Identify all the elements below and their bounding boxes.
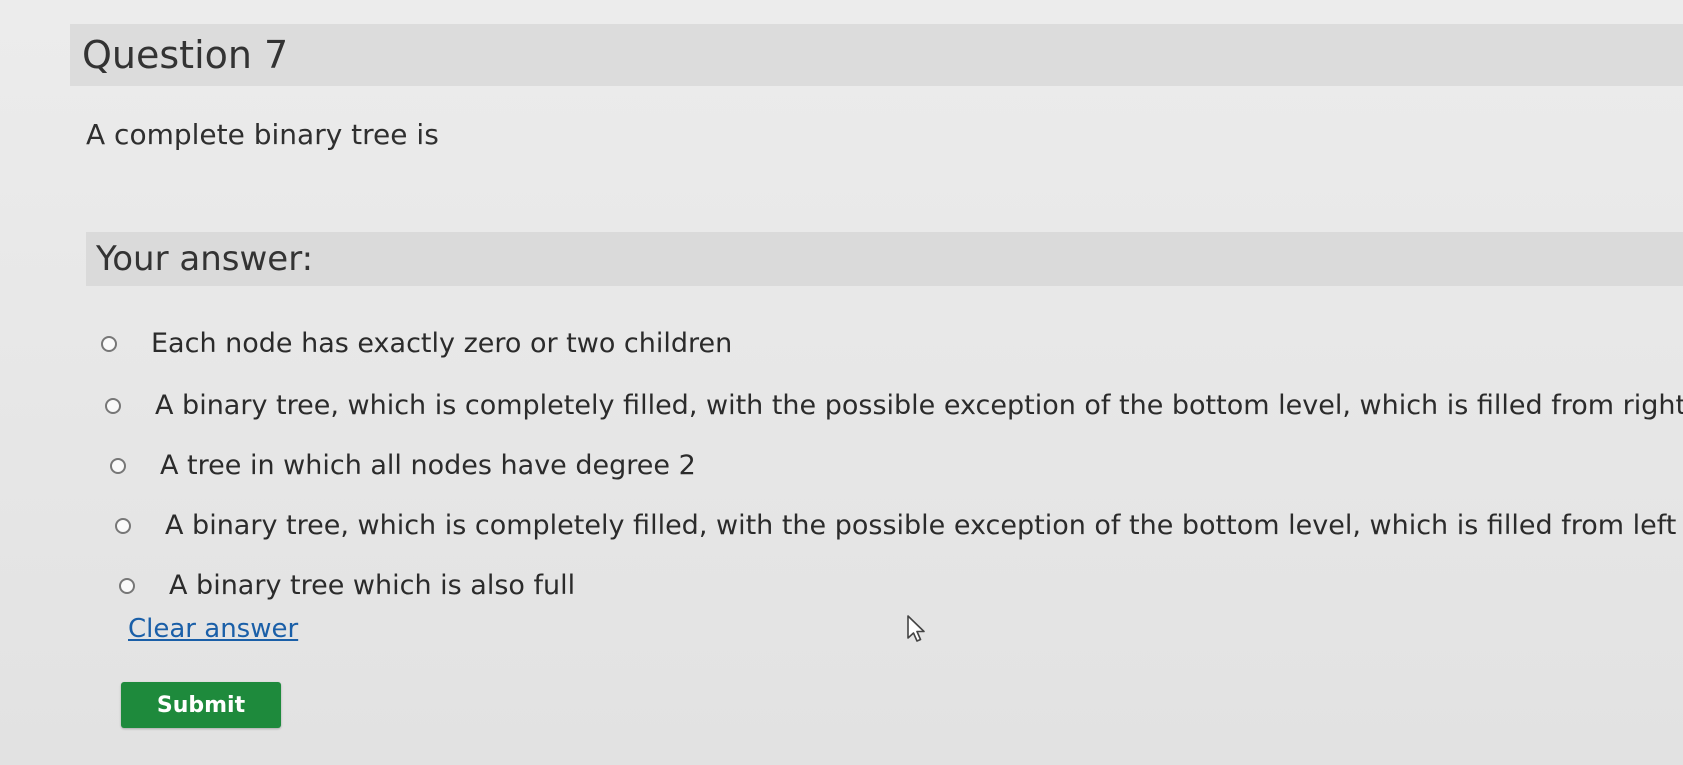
question-text: A complete binary tree is: [86, 118, 439, 151]
answer-option[interactable]: A binary tree, which is completely fille…: [105, 390, 1683, 421]
option-label: A binary tree, which is completely fille…: [165, 510, 1683, 541]
answer-option[interactable]: Each node has exactly zero or two childr…: [101, 328, 732, 359]
quiz-page: Question 7 A complete binary tree is You…: [0, 0, 1683, 765]
radio-button-icon[interactable]: [105, 397, 121, 414]
radio-button-icon[interactable]: [115, 517, 131, 534]
radio-button-icon[interactable]: [110, 457, 126, 474]
answer-options: Each node has exactly zero or two childr…: [0, 0, 1683, 765]
option-label: Each node has exactly zero or two childr…: [151, 328, 733, 359]
clear-answer-link[interactable]: Clear answer: [128, 614, 298, 644]
option-label: A binary tree, which is completely fille…: [155, 390, 1683, 421]
answer-header: Your answer:: [86, 232, 1683, 286]
answer-option[interactable]: A binary tree which is also full: [119, 570, 575, 601]
radio-button-icon[interactable]: [119, 577, 135, 594]
mouse-pointer-icon: [907, 615, 925, 642]
answer-option[interactable]: A tree in which all nodes have degree 2: [110, 450, 696, 481]
radio-button-icon[interactable]: [101, 335, 117, 352]
question-title: Question 7: [82, 33, 289, 77]
answer-option[interactable]: A binary tree, which is completely fille…: [115, 510, 1683, 541]
question-header: Question 7: [70, 24, 1683, 86]
option-label: A binary tree which is also full: [169, 570, 576, 601]
answer-heading: Your answer:: [96, 239, 314, 279]
submit-button[interactable]: Submit: [121, 682, 281, 728]
option-label: A tree in which all nodes have degree 2: [160, 450, 696, 481]
